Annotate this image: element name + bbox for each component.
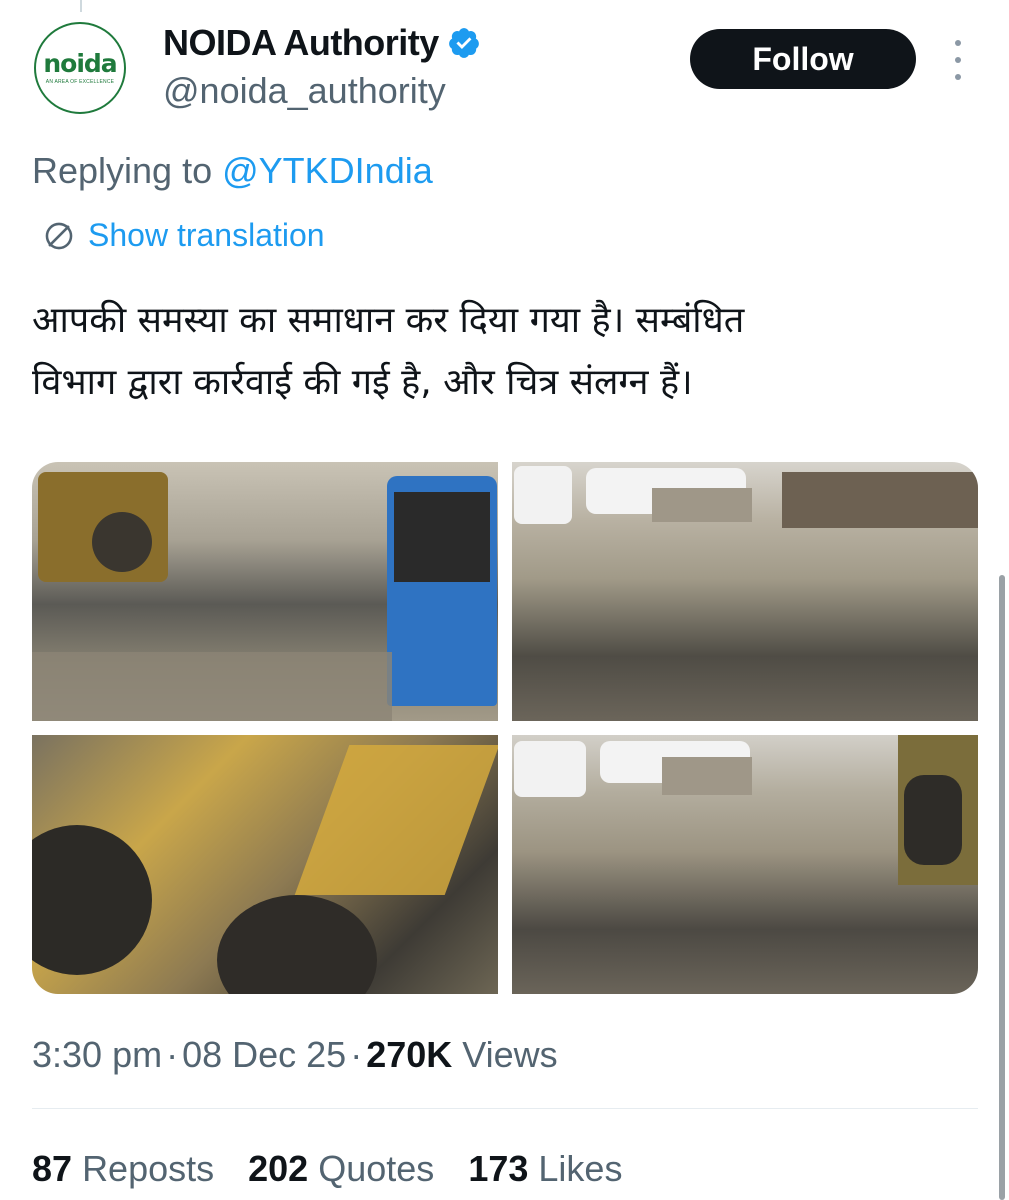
- media-grid: [32, 462, 978, 994]
- engagement-stats: 87 Reposts 202 Quotes 173 Likes: [32, 1148, 656, 1190]
- author-name-row: NOIDA Authority: [163, 22, 481, 64]
- tweet-date[interactable]: 08 Dec 25: [182, 1034, 346, 1075]
- tweet-time[interactable]: 3:30 pm: [32, 1034, 162, 1075]
- follow-button[interactable]: Follow: [690, 29, 916, 89]
- tweet-meta: 3:30 pm · 08 Dec 25 · 270K Views: [32, 1034, 558, 1075]
- likes-label: Likes: [538, 1148, 623, 1189]
- thread-connector-line: [80, 0, 82, 12]
- tweet-text: आपकी समस्या का समाधान कर दिया गया है। सम…: [32, 290, 962, 414]
- likes-count: 173: [468, 1148, 529, 1189]
- noida-logo: noida: [43, 49, 117, 78]
- display-name[interactable]: NOIDA Authority: [163, 22, 439, 64]
- tweet-text-line: आपकी समस्या का समाधान कर दिया गया है। सम…: [32, 300, 745, 341]
- photo-cleared-ground-and-bulldozer[interactable]: [512, 735, 978, 994]
- show-translation-label: Show translation: [88, 217, 325, 253]
- tweet-text-line: विभाग द्वारा कार्रवाई की गई है, और चित्र…: [32, 362, 693, 403]
- reposts-label: Reposts: [82, 1148, 215, 1189]
- views-label: Views: [462, 1034, 558, 1075]
- verified-badge-icon: [448, 28, 479, 58]
- views-count: 270K: [366, 1034, 453, 1075]
- quotes-count: 202: [248, 1148, 309, 1189]
- scrollbar[interactable]: [999, 575, 1005, 1200]
- replying-to: Replying to @YTKDIndia: [32, 150, 433, 192]
- reply-mention-link[interactable]: @YTKDIndia: [222, 150, 433, 191]
- logo-tagline: AN AREA OF EXCELLENCE: [45, 79, 115, 85]
- translate-icon: [45, 222, 73, 249]
- photo-excavator-and-rickshaw[interactable]: [32, 462, 498, 721]
- show-translation-button[interactable]: Show translation: [42, 217, 325, 254]
- quotes-label: Quotes: [318, 1148, 435, 1189]
- reposts-count: 87: [32, 1148, 73, 1189]
- replying-prefix: Replying to: [32, 150, 213, 191]
- quotes-stat[interactable]: 202 Quotes: [248, 1148, 434, 1190]
- divider: [32, 1108, 978, 1109]
- more-options-icon[interactable]: [950, 40, 966, 80]
- user-handle[interactable]: @noida_authority: [163, 70, 446, 112]
- photo-jcb-machine-closeup[interactable]: [32, 735, 498, 994]
- likes-stat[interactable]: 173 Likes: [468, 1148, 622, 1190]
- avatar[interactable]: noida AN AREA OF EXCELLENCE: [34, 22, 126, 114]
- reposts-stat[interactable]: 87 Reposts: [32, 1148, 214, 1190]
- photo-cleared-ground-with-cars[interactable]: [512, 462, 978, 721]
